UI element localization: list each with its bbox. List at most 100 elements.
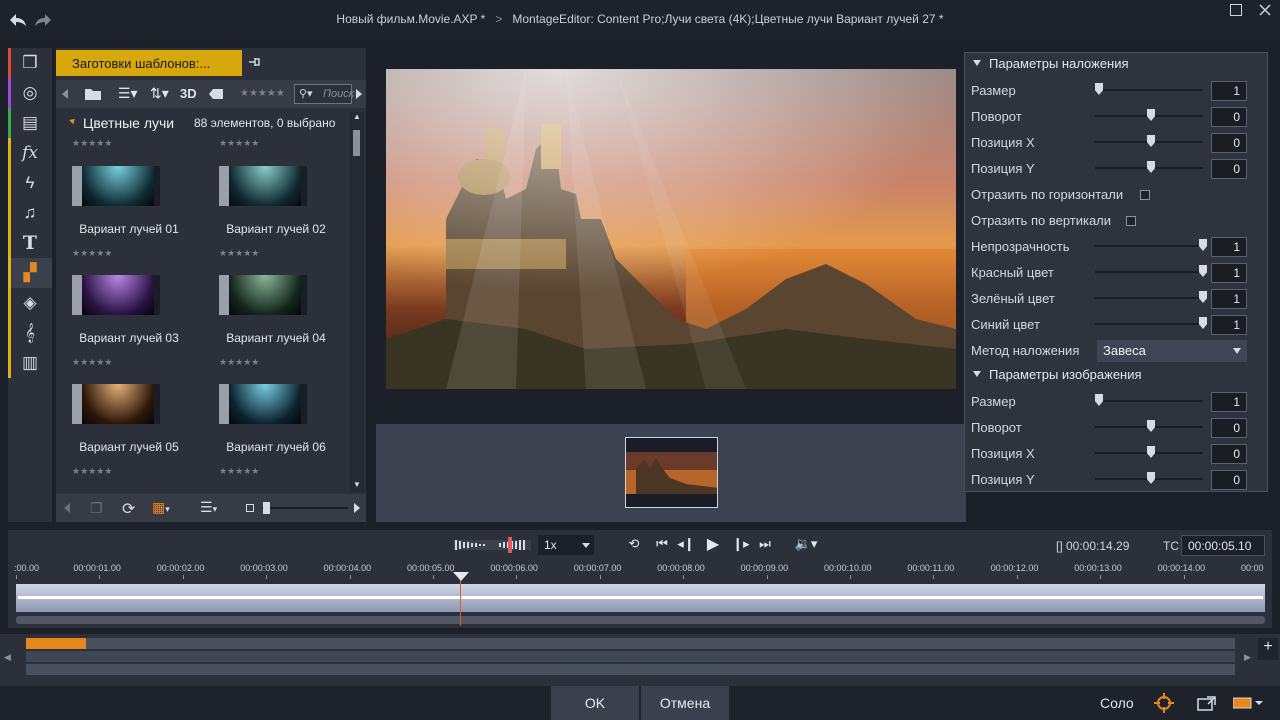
library-tab[interactable]: Заготовки шаблонов:... <box>56 50 242 76</box>
param-value-field[interactable]: 1 <box>1211 392 1247 412</box>
playhead-handle[interactable] <box>453 572 469 581</box>
solo-button[interactable]: Соло <box>1100 695 1134 711</box>
play-icon[interactable]: ▶ <box>703 534 723 553</box>
step-forward-icon[interactable]: ❙▸ <box>731 536 751 554</box>
pin-icon[interactable] <box>246 54 262 70</box>
param-value-field[interactable]: 1 <box>1211 289 1247 309</box>
scroll-left-icon[interactable]: ◀ <box>4 652 11 663</box>
go-to-start-icon[interactable]: ⏮ <box>652 536 672 554</box>
restore-window-icon[interactable] <box>1230 4 1242 16</box>
clip-thumbnail[interactable] <box>625 437 718 508</box>
param-value-field[interactable]: 0 <box>1211 133 1247 153</box>
volume-icon[interactable]: 🔉▾ <box>792 536 820 554</box>
param-value-field[interactable]: 1 <box>1211 81 1247 101</box>
param-value-field[interactable]: 1 <box>1211 315 1247 335</box>
keyframe-segment[interactable] <box>26 638 86 649</box>
scroll-right-icon[interactable]: ▶ <box>1244 652 1251 663</box>
param-slider[interactable] <box>1095 89 1203 91</box>
rail-item-audio[interactable]: ♫ <box>8 198 52 228</box>
step-back-icon[interactable]: ◂❙ <box>676 536 696 554</box>
scroll-down-icon[interactable]: ▼ <box>353 480 361 489</box>
slider-knob[interactable] <box>1147 446 1155 458</box>
folder-icon[interactable] <box>84 86 102 102</box>
cancel-button[interactable]: Отмена <box>641 686 729 720</box>
rail-item-projects[interactable]: ❒ <box>8 48 52 78</box>
slider-knob[interactable] <box>1147 109 1155 121</box>
slider-knob[interactable] <box>1199 239 1207 251</box>
3d-filter-button[interactable]: 3D <box>180 86 197 101</box>
shuttle-control[interactable] <box>453 537 531 553</box>
thumb-size-slider[interactable] <box>262 507 348 509</box>
tag-icon[interactable] <box>208 88 224 100</box>
next-icon[interactable] <box>352 501 362 515</box>
video-preview[interactable] <box>386 69 956 389</box>
template-item[interactable]: Вариант лучей 05 ★★★★★ <box>56 384 202 492</box>
rating-filter[interactable]: ★★★★★ <box>240 88 285 99</box>
template-item[interactable]: Вариант лучей 04 ★★★★★ <box>203 275 349 383</box>
template-item[interactable]: Вариант лучей 06 ★★★★★ <box>203 384 349 492</box>
param-slider[interactable] <box>1095 297 1203 299</box>
slider-knob[interactable] <box>1147 135 1155 147</box>
rail-item-effects[interactable]: fx <box>8 138 52 168</box>
rail-item-transitions[interactable]: ϟ <box>8 168 52 198</box>
slider-knob[interactable] <box>1095 394 1103 406</box>
rail-item-titles[interactable]: T <box>8 228 52 258</box>
scroll-thumb[interactable] <box>353 130 360 156</box>
search-input[interactable]: Поиск <box>323 88 354 100</box>
rail-item-piano[interactable]: ▥ <box>8 348 52 378</box>
loop-icon[interactable]: ⟲ <box>624 536 644 554</box>
search-box[interactable]: ⚲▾ Поиск <box>294 84 354 104</box>
image-section-header[interactable]: Параметры изображения <box>973 367 1142 389</box>
slider-knob[interactable] <box>1199 291 1207 303</box>
flip-vertical-checkbox[interactable] <box>1126 216 1136 226</box>
rail-item-montage[interactable]: ▞ <box>8 258 52 288</box>
time-ruler[interactable]: :00.00 00:00:01.00 00:00:02.00 00:00:03.00 0… <box>14 556 1266 582</box>
overlay-section-header[interactable]: Параметры наложения <box>973 56 1129 78</box>
target-icon[interactable] <box>1154 693 1174 713</box>
flip-vertical-row[interactable]: Отразить по вертикали <box>965 208 1267 234</box>
keyframe-lane[interactable]: ◀ ▶ + <box>0 634 1280 686</box>
slider-knob[interactable] <box>1147 161 1155 173</box>
sort-icon[interactable]: ⇅▾ <box>150 85 169 102</box>
flip-horizontal-checkbox[interactable] <box>1140 190 1150 200</box>
external-window-icon[interactable] <box>1197 695 1217 711</box>
flip-horizontal-row[interactable]: Отразить по горизонтали <box>965 182 1267 208</box>
param-value-field[interactable]: 0 <box>1211 159 1247 179</box>
param-value-field[interactable]: 1 <box>1211 237 1247 257</box>
speed-dropdown[interactable]: 1x <box>538 535 594 555</box>
template-item[interactable]: Вариант лучей 01 ★★★★★ <box>56 166 202 274</box>
close-icon[interactable] <box>1258 3 1272 17</box>
thumb-size-knob[interactable] <box>263 502 270 514</box>
prev-icon[interactable] <box>62 501 72 515</box>
template-item[interactable]: Вариант лучей 03 ★★★★★ <box>56 275 202 383</box>
slider-knob[interactable] <box>1095 83 1103 95</box>
ok-button[interactable]: OK <box>551 686 639 720</box>
template-item[interactable]: Вариант лучей 02 ★★★★★ <box>203 166 349 274</box>
timecode-field[interactable]: 00:00:05.10 <box>1181 535 1265 556</box>
nav-back-icon[interactable] <box>60 87 70 101</box>
blend-mode-dropdown[interactable]: Завеса <box>1097 340 1247 362</box>
param-value-field[interactable]: 1 <box>1211 263 1247 283</box>
param-value-field[interactable]: 0 <box>1211 444 1247 464</box>
timeline-scrollbar[interactable] <box>16 616 1265 624</box>
slider-knob[interactable] <box>1147 472 1155 484</box>
scroll-up-icon[interactable]: ▲ <box>353 112 361 121</box>
list-view-icon[interactable]: ☰▾ <box>118 85 138 102</box>
rail-item-layers[interactable]: ◈ <box>8 288 52 318</box>
go-to-end-icon[interactable]: ⏭ <box>755 536 775 554</box>
rail-item-collections[interactable]: ▤ <box>8 108 52 138</box>
param-slider[interactable] <box>1095 245 1203 247</box>
slider-knob[interactable] <box>1147 420 1155 432</box>
playhead[interactable] <box>460 578 461 626</box>
collapse-triangle-icon[interactable] <box>69 116 77 125</box>
nav-forward-icon[interactable] <box>354 87 364 101</box>
slider-knob[interactable] <box>1199 265 1207 277</box>
param-value-field[interactable]: 0 <box>1211 470 1247 490</box>
param-value-field[interactable]: 0 <box>1211 418 1247 438</box>
param-slider[interactable] <box>1095 400 1203 402</box>
param-slider[interactable] <box>1095 271 1203 273</box>
refresh-icon[interactable]: ⟳ <box>122 499 135 519</box>
param-value-field[interactable]: 0 <box>1211 107 1247 127</box>
library-scrollbar[interactable]: ▲ ▼ <box>350 112 364 492</box>
rail-item-music[interactable]: 𝄞 <box>8 318 52 348</box>
